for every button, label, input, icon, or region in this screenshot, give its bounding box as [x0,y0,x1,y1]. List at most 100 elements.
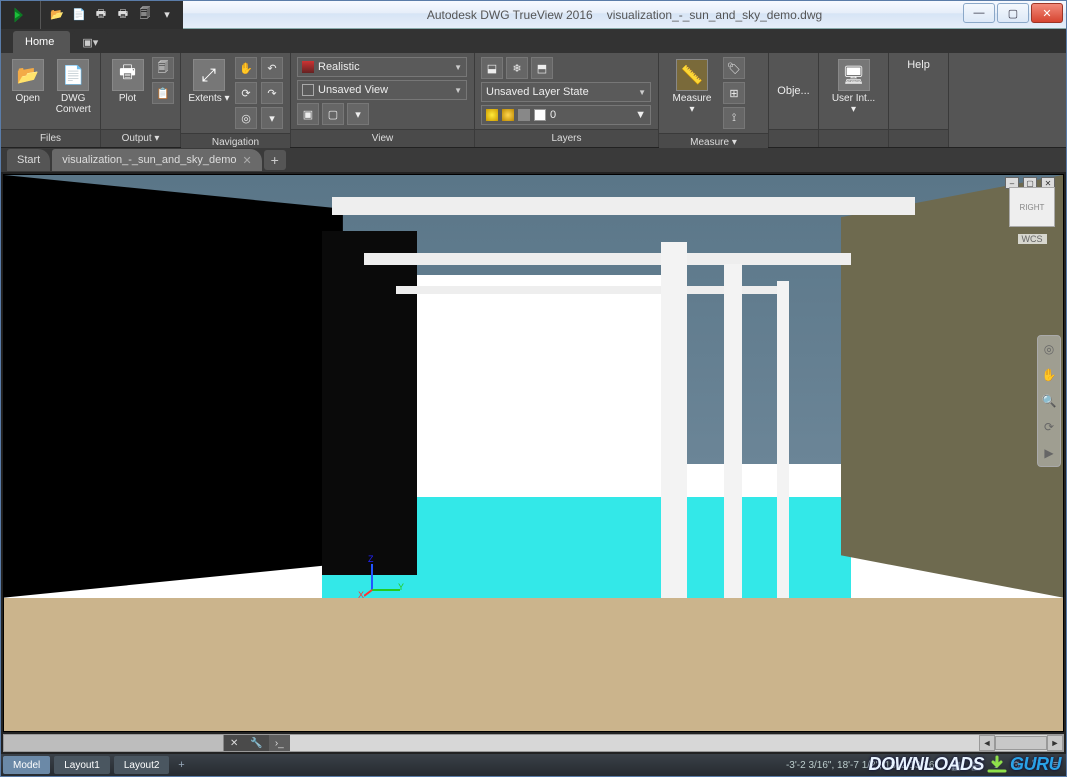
chevron-down-icon: ▼ [635,109,646,121]
status-bar: Model Layout1 Layout2 + -3'-2 3/16", 18'… [1,754,1066,776]
zoom-icon[interactable]: 🔍 [1040,392,1058,410]
page-setup-icon[interactable]: 📋 [152,82,174,104]
cmd-close-icon[interactable]: ✕ [224,735,244,751]
ruler-icon: 📏 [676,59,708,91]
panel-title-view: View [291,129,474,147]
prompt-icon: ›_ [275,738,284,749]
app-window: 📂 📄 🖶 🖶 🗐 ▾ Autodesk DWG TrueView 2016 v… [0,0,1067,777]
plot-button[interactable]: 🖶 Plot [107,57,148,104]
tab-layout2[interactable]: Layout2 [114,756,170,774]
ui-icon: 🖥 [838,59,870,91]
file-tab-bar: Start visualization_-_sun_and_sky_demo ✕… [1,148,1066,172]
tab-model[interactable]: Model [3,756,50,774]
chevron-down-icon: ▼ [454,86,462,95]
pan-hand-icon[interactable]: ✋ [1040,366,1058,384]
layer-state-combo[interactable]: Unsaved Layer State ▼ [481,82,651,102]
close-button[interactable]: ✕ [1031,3,1063,23]
orbit-nav-icon[interactable]: ⟳ [1040,418,1058,436]
units-icon[interactable]: ⟟ [723,107,745,129]
layer-freeze-icon[interactable]: ❄ [506,57,528,79]
orbit-icon[interactable]: ⟳ [235,82,257,104]
layer-on-icon[interactable]: ⬒ [531,57,553,79]
status-model-icon[interactable]: ▦ [946,756,966,774]
list-icon[interactable]: 🏷 [723,57,745,79]
status-grid-icon[interactable]: ▤ [966,756,986,774]
panel-title-files: Files [1,129,100,147]
view-single-icon[interactable]: ▢ [322,103,344,125]
view-area: Z Y X – ▢ ✕ RIGHT WCS ◎ ✋ 🔍 ⟳ ▶ [1,172,1066,754]
color-swatch-icon [534,109,546,121]
qat-open-icon[interactable]: 📂 [47,5,67,25]
titlebar: 📂 📄 🖶 🖶 🗐 ▾ Autodesk DWG TrueView 2016 v… [1,1,1066,29]
chevron-down-icon: ▼ [638,88,646,97]
file-title: visualization_-_sun_and_sky_demo.dwg [607,8,822,22]
forward-icon[interactable]: ↷ [261,82,283,104]
viewport-canvas[interactable]: Z Y X – ▢ ✕ RIGHT WCS ◎ ✋ 🔍 ⟳ ▶ [3,174,1064,732]
view-more-icon[interactable]: ▾ [347,103,369,125]
scroll-right-icon[interactable]: ► [1047,735,1063,751]
panel-title-output: Output ▾ [101,129,180,147]
scroll-thumb[interactable] [995,736,1047,750]
quick-access-toolbar: 📂 📄 🖶 🖶 🗐 ▾ [41,1,183,29]
panel-layers: ⬓ ❄ ⬒ Unsaved Layer State ▼ 0 [475,53,659,147]
folder-open-icon: 📂 [12,59,44,91]
visual-style-combo[interactable]: Realistic ▼ [297,57,467,77]
add-layout-icon[interactable]: + [171,756,191,774]
qat-print2-icon[interactable]: 🖶 [113,5,133,25]
view-icon [302,84,314,96]
qat-sheet-icon[interactable]: 📄 [69,5,89,25]
ucs-gizmo[interactable]: Z Y X [364,558,404,598]
qat-dropdown-icon[interactable]: ▾ [157,5,177,25]
viewcube-area: RIGHT WCS [1005,179,1059,247]
wheel-icon[interactable]: ◎ [1040,340,1058,358]
tab-document[interactable]: visualization_-_sun_and_sky_demo ✕ [52,149,262,171]
status-annoscale-icon[interactable]: ⟟ [986,756,1006,774]
status-fullscreen-icon[interactable]: ⛶ [1026,756,1046,774]
ribbon-tab-row: Home ▣ ▾ [1,29,1066,53]
command-scroll-bar: ✕ 🔧 ›_ ◄ ► [3,734,1064,752]
layer-off-icon[interactable]: ⬓ [481,57,503,79]
measure-button[interactable]: 📏 Measure▾ [665,57,719,115]
dwg-convert-button[interactable]: 📄 DWG Convert [53,57,95,115]
close-tab-icon[interactable]: ✕ [243,154,252,167]
tab-extra[interactable]: ▣ ▾ [72,31,108,53]
steering-icon[interactable]: ◎ [235,107,257,129]
view-cube-icon[interactable]: ▣ [297,103,319,125]
tab-layout1[interactable]: Layout1 [54,756,110,774]
minimize-button[interactable]: — [963,3,995,23]
object-label[interactable]: Obje... [777,85,809,97]
convert-icon: 📄 [57,59,89,91]
qat-publish-icon[interactable]: 🗐 [135,5,155,25]
layer-combo[interactable]: 0 ▼ [481,105,651,125]
tab-home[interactable]: Home [13,31,70,53]
tab-start[interactable]: Start [7,149,50,171]
back-icon[interactable]: ↶ [261,57,283,79]
pan-icon[interactable]: ✋ [235,57,257,79]
status-workspace-icon[interactable]: ⚙ [1006,756,1026,774]
new-tab-button[interactable]: + [264,150,286,170]
named-view-combo[interactable]: Unsaved View ▼ [297,80,467,100]
status-custom-icon[interactable]: ≡ [1046,756,1066,774]
wcs-label[interactable]: WCS [1018,234,1047,244]
id-icon[interactable]: ⊞ [723,82,745,104]
help-label[interactable]: Help [907,59,930,71]
viewcube[interactable]: RIGHT [1009,187,1055,227]
open-button[interactable]: 📂 Open [7,57,49,104]
user-interface-button[interactable]: 🖥 User Int...▾ [826,57,882,115]
navigation-bar: ◎ ✋ 🔍 ⟳ ▶ [1037,335,1061,467]
panel-navigation: ⤢ Extents ▾ ✋ ⟳ ◎ ↶ ↷ ▾ Navigation [181,53,291,147]
maximize-button[interactable]: ▢ [997,3,1029,23]
extents-icon: ⤢ [193,59,225,91]
panel-files: 📂 Open 📄 DWG Convert Files [1,53,101,147]
coordinates-readout: -3'-2 3/16", 18'-7 1/2", 18'-2 13/16" [778,760,946,771]
extents-button[interactable]: ⤢ Extents ▾ [187,57,231,104]
nav-more-icon[interactable]: ▾ [261,107,283,129]
scroll-left-icon[interactable]: ◄ [979,735,995,751]
command-input[interactable]: ›_ [269,735,290,751]
qat-print-icon[interactable]: 🖶 [91,5,111,25]
app-menu-button[interactable] [1,1,41,29]
batch-plot-icon[interactable]: 🗐 [152,57,174,79]
showmotion-icon[interactable]: ▶ [1040,444,1058,462]
chevron-down-icon: ▼ [454,63,462,72]
cmd-wrench-icon[interactable]: 🔧 [244,735,268,751]
